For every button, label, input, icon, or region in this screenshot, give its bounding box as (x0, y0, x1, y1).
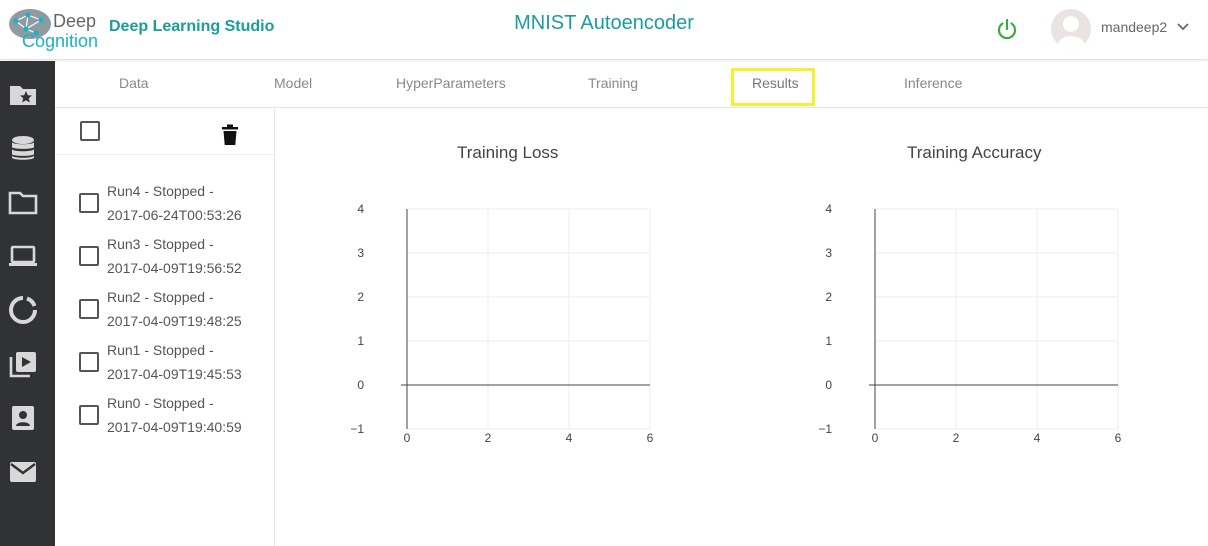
x-tick-label: 0 (404, 431, 411, 445)
chart-title-training-accuracy: Training Accuracy (907, 143, 1042, 162)
run-status: Run3 - Stopped - (107, 236, 214, 252)
run-item[interactable]: Run0 - Stopped - 2017-04-09T19:40:59 (107, 391, 267, 439)
run-timestamp: 2017-04-09T19:48:25 (107, 313, 242, 329)
y-tick-label: 0 (357, 378, 364, 392)
left-sidebar (0, 61, 55, 546)
y-tick-label: 3 (825, 246, 832, 260)
logo-text-line1: Deep (53, 11, 97, 31)
y-tick-label: 1 (825, 334, 832, 348)
x-tick-label: 6 (1115, 431, 1122, 445)
x-tick-label: 4 (566, 431, 573, 445)
run-timestamp: 2017-04-09T19:56:52 (107, 260, 242, 276)
x-tick-label: 6 (647, 431, 654, 445)
y-tick-label: 4 (357, 202, 364, 216)
y-tick-label: 0 (825, 378, 832, 392)
run-item[interactable]: Run3 - Stopped - 2017-04-09T19:56:52 (107, 232, 267, 280)
run-checkbox[interactable] (79, 246, 99, 266)
chevron-down-icon[interactable] (1176, 20, 1190, 34)
run-timestamp: 2017-06-24T00:53:26 (107, 207, 242, 223)
y-tick-label: 1 (357, 334, 364, 348)
y-tick-label: 3 (357, 246, 364, 260)
run-timestamp: 2017-04-09T19:45:53 (107, 366, 242, 382)
training-loss-chart: 4 3 2 1 0 −1 0 2 4 6 (350, 202, 654, 445)
run-checkbox[interactable] (79, 299, 99, 319)
run-status: Run1 - Stopped - (107, 342, 214, 358)
tab-data[interactable]: Data (119, 75, 149, 91)
run-item[interactable]: Run1 - Stopped - 2017-04-09T19:45:53 (107, 338, 267, 386)
tab-inference[interactable]: Inference (904, 75, 962, 91)
run-timestamp: 2017-04-09T19:40:59 (107, 419, 242, 435)
deep-cognition-logo[interactable]: Deep Cognition (6, 3, 102, 53)
chart-title-training-loss: Training Loss (457, 143, 559, 162)
tab-model[interactable]: Model (274, 75, 312, 91)
x-tick-label: 2 (953, 431, 960, 445)
video-library-icon[interactable] (8, 349, 38, 379)
x-tick-label: 4 (1034, 431, 1041, 445)
app-name: Deep Learning Studio (109, 18, 275, 35)
y-tick-label: −1 (818, 422, 832, 436)
main-tabs: Data Model HyperParameters Training Resu… (55, 61, 1208, 108)
runs-toolbar (55, 108, 274, 155)
run-status: Run2 - Stopped - (107, 289, 214, 305)
trash-icon[interactable] (221, 124, 239, 146)
active-tab-highlight (731, 68, 815, 106)
y-tick-label: 2 (357, 290, 364, 304)
project-title: MNIST Autoencoder (514, 12, 694, 34)
refresh-circle-icon[interactable] (8, 295, 38, 325)
y-tick-label: 4 (825, 202, 832, 216)
username-label[interactable]: mandeep2 (1101, 19, 1167, 35)
run-item[interactable]: Run4 - Stopped - 2017-06-24T00:53:26 (107, 179, 267, 227)
folder-icon[interactable] (8, 187, 38, 217)
run-status: Run4 - Stopped - (107, 183, 214, 199)
run-checkbox[interactable] (79, 193, 99, 213)
run-item[interactable]: Run2 - Stopped - 2017-04-09T19:48:25 (107, 285, 267, 333)
tab-hyperparameters[interactable]: HyperParameters (396, 75, 506, 91)
database-icon[interactable] (8, 133, 38, 163)
y-tick-label: −1 (350, 422, 364, 436)
x-tick-label: 2 (485, 431, 492, 445)
y-tick-label: 2 (825, 290, 832, 304)
select-all-checkbox[interactable] (80, 121, 100, 141)
x-tick-label: 0 (872, 431, 879, 445)
run-checkbox[interactable] (79, 352, 99, 372)
tab-training[interactable]: Training (588, 75, 638, 91)
laptop-icon[interactable] (8, 241, 38, 271)
contact-card-icon[interactable] (8, 403, 38, 433)
run-checkbox[interactable] (79, 405, 99, 425)
starred-folder-icon[interactable] (8, 79, 38, 109)
top-header: Deep Cognition Deep Learning Studio MNIS… (0, 0, 1208, 60)
power-icon[interactable] (994, 16, 1020, 42)
user-silhouette-icon (1057, 16, 1085, 49)
runs-panel: Run4 - Stopped - 2017-06-24T00:53:26 Run… (55, 108, 275, 546)
mail-icon[interactable] (8, 457, 38, 487)
user-avatar[interactable] (1051, 9, 1091, 49)
training-accuracy-chart: 4 3 2 1 0 −1 0 2 4 6 (818, 202, 1122, 445)
logo-text-line2: Cognition (22, 31, 99, 51)
run-status: Run0 - Stopped - (107, 395, 214, 411)
